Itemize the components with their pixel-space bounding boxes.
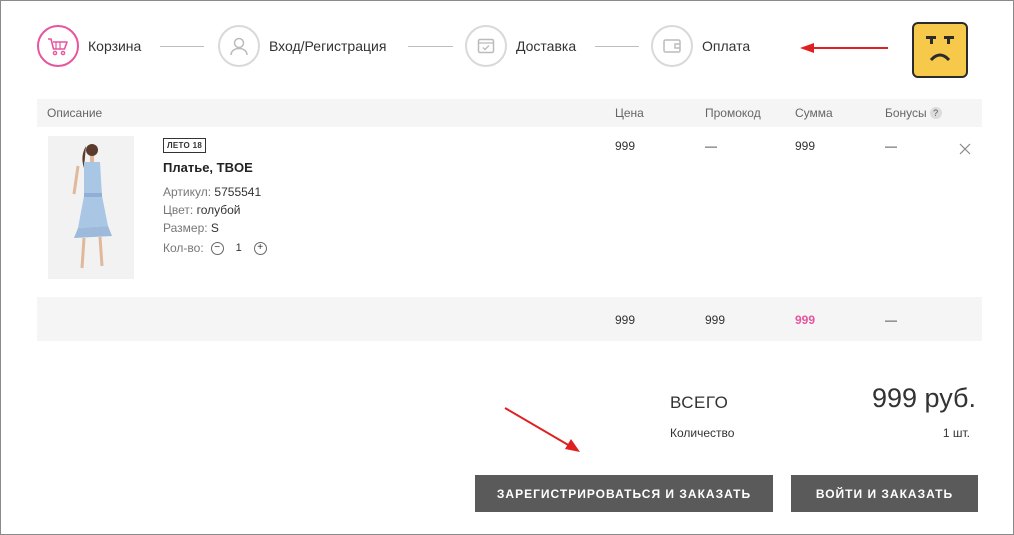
product-color: Цвет: голубой — [163, 203, 241, 217]
summary-bonus: — — [885, 313, 897, 327]
remove-item-icon[interactable] — [958, 142, 972, 156]
summary-price: 999 — [615, 313, 636, 327]
product-name[interactable]: Платье, TBOE — [163, 160, 253, 175]
quantity-stepper: Кол-во: − 1 + — [163, 241, 267, 255]
item-bonus: — — [885, 139, 897, 153]
article-label: Артикул: — [163, 185, 212, 199]
sad-face-icon — [912, 22, 968, 78]
total-value: 999 руб. — [871, 383, 976, 413]
header-sum: Сумма — [795, 106, 833, 120]
article-value: 5755541 — [214, 185, 262, 199]
help-icon[interactable]: ? — [929, 107, 942, 119]
count-label: Количество — [670, 426, 735, 440]
item-promo: — — [705, 139, 717, 153]
minus-button[interactable]: − — [210, 241, 224, 255]
header-promo: Промокод — [705, 106, 761, 120]
summary-sum: 999 — [795, 313, 816, 327]
cart-summary-row — [37, 297, 982, 341]
size-value: S — [210, 221, 219, 235]
product-image[interactable] — [48, 136, 134, 279]
color-value: голубой — [196, 203, 241, 217]
header-price: Цена — [615, 106, 644, 120]
qty-value[interactable]: 1 — [224, 242, 254, 254]
season-badge: ЛЕТО 18 — [163, 138, 207, 153]
header-bonus: Бонусы? — [885, 106, 942, 120]
count-value: 1 шт. — [942, 426, 970, 440]
total-label: ВСЕГО — [670, 393, 729, 412]
item-sum: 999 — [795, 139, 816, 153]
plus-button[interactable]: + — [253, 241, 267, 255]
product-article: Артикул: 5755541 — [163, 185, 261, 199]
login-and-order-button[interactable]: ВОЙТИ И ЗАКАЗАТЬ — [791, 475, 978, 512]
summary-promo: 999 — [705, 313, 726, 327]
register-and-order-button[interactable]: ЗАРЕГИСТРИРОВАТЬСЯ И ЗАКАЗАТЬ — [475, 475, 773, 512]
product-size: Размер: S — [163, 221, 219, 235]
color-label: Цвет: — [163, 203, 194, 217]
cart-table-header: Описание Цена Промокод Сумма Бонусы? — [37, 99, 982, 127]
header-description: Описание — [47, 106, 103, 120]
size-label: Размер: — [163, 221, 208, 235]
annotation-arrows — [504, 43, 888, 452]
qty-label: Кол-во: — [163, 241, 204, 255]
header-bonus-label: Бонусы — [885, 106, 927, 120]
item-price: 999 — [615, 139, 636, 153]
